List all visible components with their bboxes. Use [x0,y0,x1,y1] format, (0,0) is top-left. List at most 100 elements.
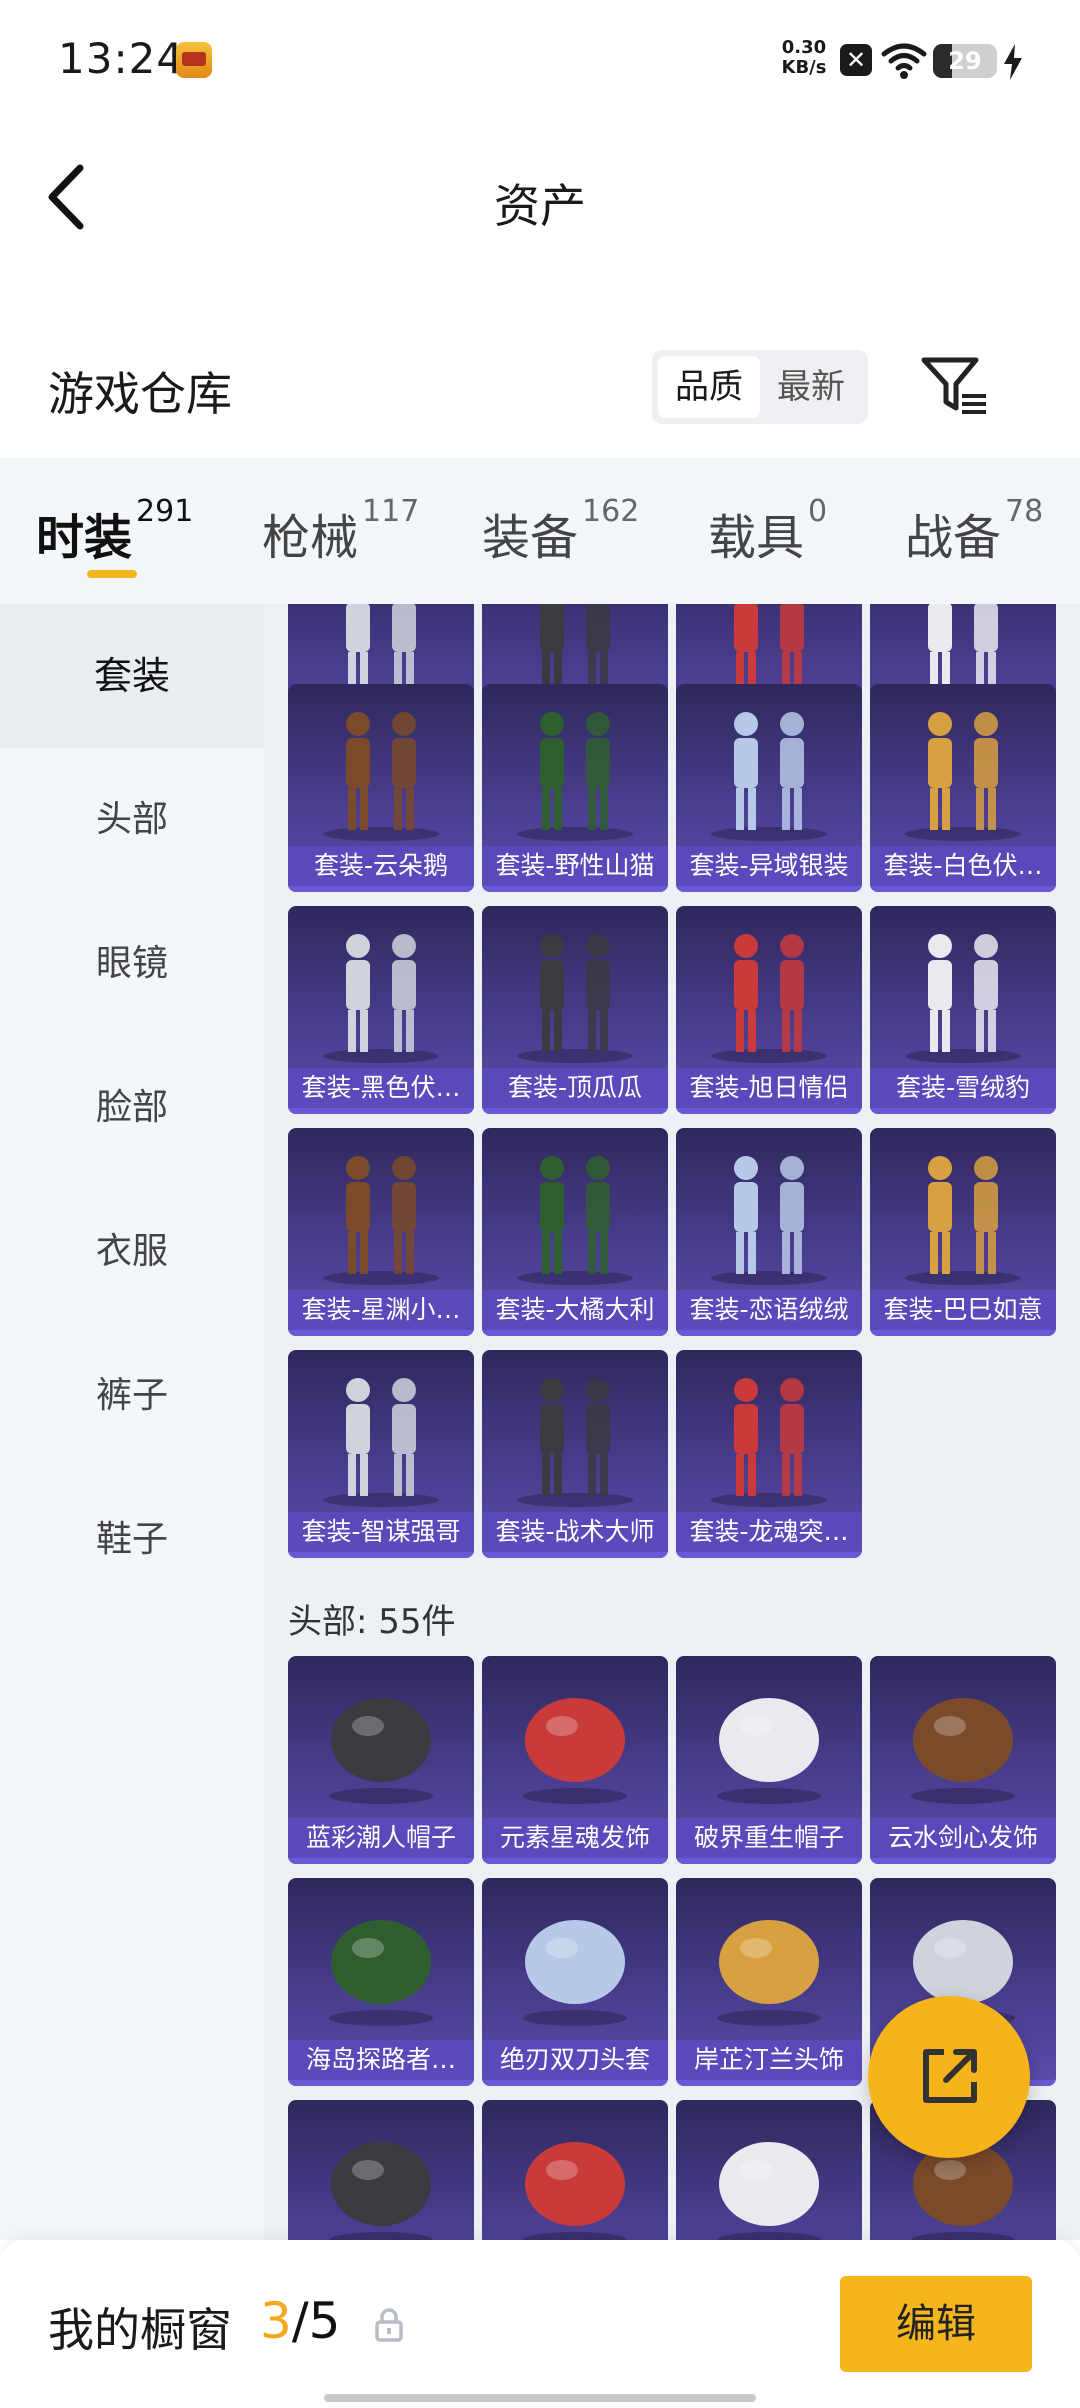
item-thumbnail [323,1378,439,1507]
item-thumbnail [323,934,439,1063]
tab-equipment[interactable]: 装备 162 [482,494,639,568]
share-button[interactable] [868,1996,1030,2158]
item-thumbnail [329,2142,433,2240]
network-speed-value: 0.30 [781,37,827,58]
battery-level: 29 [948,47,982,75]
page-title: 资产 [494,179,586,233]
status-time: 13:24 [58,34,185,83]
item-card[interactable]: 套装-雪绒豹 [870,906,1056,1114]
head-group-title: 头部: 55件 [288,1602,456,1642]
item-thumbnail [329,1920,433,2026]
item-card-label: 绝刃双刀头套 [482,2040,668,2080]
tab-label: 战备 [905,510,1002,566]
item-card[interactable]: 破界重生帽子 [676,1656,862,1864]
tab-count: 291 [136,494,194,529]
item-card-label: 套装-星渊小… [288,1290,474,1330]
tab-guns[interactable]: 枪械 117 [262,494,419,568]
item-card-label: 海岛探路者… [288,2040,474,2080]
item-card[interactable]: 云水剑心发饰 [870,1656,1056,1864]
item-card[interactable]: 套装-大橘大利 [482,1128,668,1336]
item-thumbnail [711,1378,827,1507]
item-card[interactable]: 套装-龙魂突… [676,1350,862,1558]
tab-vehicles[interactable]: 载具 0 [708,494,827,568]
item-thumbnail [717,2142,821,2240]
tab-supplies[interactable]: 战备 78 [905,494,1043,568]
tab-label: 时装 [36,510,133,566]
sort-latest-option[interactable]: 最新 [760,356,862,418]
item-card-label: 破界重生帽子 [676,1818,862,1858]
item-thumbnail [517,1156,633,1285]
item-thumbnail [711,934,827,1063]
item-card-label: 套装-巴巳如意 [870,1290,1056,1330]
item-thumbnail [517,934,633,1063]
tab-count: 78 [1005,494,1044,529]
battery-icon: 29 [933,44,997,78]
item-thumbnail [711,1156,827,1285]
item-card[interactable]: 元素星魂发饰 [482,1656,668,1864]
item-card[interactable]: 套装-旭日情侣 [676,906,862,1114]
item-card[interactable]: 套装-白色伏… [870,684,1056,892]
sidebar-item-head[interactable]: 头部 [0,748,264,892]
sidebar-item-pants[interactable]: 裤子 [0,1324,264,1468]
item-card-label: 云水剑心发饰 [870,1818,1056,1858]
item-card-label: 套装-顶瓜瓜 [482,1068,668,1108]
item-thumbnail [905,712,1021,841]
wifi-icon [881,43,927,79]
item-card[interactable]: 套装-顶瓜瓜 [482,906,668,1114]
item-card-label: 套装-云朵鹅 [288,846,474,886]
lock-icon [375,2308,403,2342]
item-thumbnail [717,1698,821,1804]
showcase-count: 3/5 [260,2292,340,2350]
item-card[interactable]: 蓝彩潮人帽子 [288,1656,474,1864]
share-icon [923,2049,977,2103]
item-card[interactable]: 套装-黑色伏… [288,906,474,1114]
item-card-label: 套装-恋语绒绒 [676,1290,862,1330]
item-card[interactable] [676,2100,862,2240]
filter-icon[interactable] [918,354,990,418]
item-card[interactable]: 套装-云朵鹅 [288,684,474,892]
item-card[interactable]: 绝刃双刀头套 [482,1878,668,2086]
warehouse-title: 游戏仓库 [48,367,232,421]
item-thumbnail [323,1156,439,1285]
item-card-label: 岸芷汀兰头饰 [676,2040,862,2080]
item-thumbnail [329,1698,433,1804]
item-thumbnail [323,712,439,841]
status-bar: 13:24 0.30 KB/s ✕ 29 [0,0,1080,120]
sidebar-item-outfits[interactable]: 套装 [0,604,264,748]
item-card[interactable]: 套装-巴巳如意 [870,1128,1056,1336]
network-speed: 0.30 KB/s [776,38,832,78]
item-card[interactable]: 套装-异域银装 [676,684,862,892]
item-card-label: 蓝彩潮人帽子 [288,1818,474,1858]
item-card-label: 套装-野性山猫 [482,846,668,886]
sidebar: 套装 头部 眼镜 脸部 衣服 裤子 鞋子 [0,604,264,2240]
item-card[interactable]: 套装-星渊小… [288,1128,474,1336]
item-card[interactable]: 套装-恋语绒绒 [676,1128,862,1336]
item-card[interactable]: 岸芷汀兰头饰 [676,1878,862,2086]
sort-toggle: 品质 最新 [652,350,868,424]
item-card[interactable] [482,2100,668,2240]
no-sim-icon: ✕ [840,44,872,76]
tab-label: 装备 [482,510,579,566]
tab-fashion[interactable]: 时装 291 [36,494,193,568]
item-thumbnail [517,1378,633,1507]
edit-button[interactable]: 编辑 [840,2276,1032,2372]
showcase-bar: 我的橱窗 3/5 编辑 [0,2240,1080,2408]
tab-count: 162 [582,494,640,529]
item-card[interactable]: 套装-战术大师 [482,1350,668,1558]
item-card-label: 套装-大橘大利 [482,1290,668,1330]
home-indicator [324,2394,756,2402]
sidebar-item-clothes[interactable]: 衣服 [0,1180,264,1324]
item-card[interactable]: 套装-野性山猫 [482,684,668,892]
item-card[interactable] [288,2100,474,2240]
sort-quality-option[interactable]: 品质 [658,356,760,418]
item-card[interactable]: 套装-智谋强哥 [288,1350,474,1558]
item-thumbnail [517,712,633,841]
category-tabs: 时装 291 枪械 117 装备 162 载具 0 战备 78 [0,458,1080,604]
item-thumbnail [905,1156,1021,1285]
item-card[interactable]: 海岛探路者… [288,1878,474,2086]
sidebar-item-face[interactable]: 脸部 [0,1036,264,1180]
sidebar-item-shoes[interactable]: 鞋子 [0,1468,264,1612]
sidebar-item-glasses[interactable]: 眼镜 [0,892,264,1036]
item-card-label: 套装-黑色伏… [288,1068,474,1108]
network-speed-unit: KB/s [781,57,827,78]
